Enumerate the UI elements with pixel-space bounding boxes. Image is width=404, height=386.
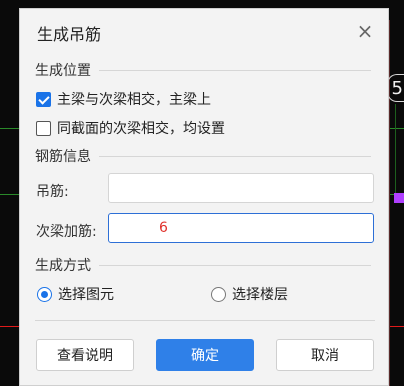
radio-unselected-icon[interactable] (211, 286, 226, 302)
position-section-label: 生成位置 (35, 63, 91, 79)
checkbox-checked-icon[interactable] (36, 91, 51, 107)
cad-selection-marker (394, 193, 404, 203)
axis-label: 5 (387, 74, 404, 102)
footer-divider (35, 320, 375, 321)
section-rule (99, 155, 371, 157)
checkbox-unchecked-icon[interactable] (36, 120, 51, 136)
hanger-input[interactable] (108, 173, 374, 203)
cad-red-line-vertical (389, 20, 390, 386)
close-icon[interactable]: × (355, 21, 375, 41)
radio-select-floors-label: 选择楼层 (232, 287, 288, 303)
section-rule (99, 264, 371, 266)
method-section: 生成方式 (35, 255, 371, 275)
help-button[interactable]: 查看说明 (36, 339, 134, 371)
cancel-button[interactable]: 取消 (276, 339, 374, 371)
radio-select-floors[interactable]: 选择楼层 (211, 284, 288, 304)
option2-label: 同截面的次梁相交，均设置 (57, 121, 225, 137)
radio-selected-icon[interactable] (37, 286, 52, 302)
extra-rebar-input[interactable]: 6 (108, 213, 374, 243)
dialog-title: 生成吊筋 (37, 25, 102, 44)
generate-hanger-dialog: 生成吊筋 × 生成位置 主梁与次梁相交，主梁上 同截面的次梁相交，均设置 钢筋信… (19, 8, 389, 386)
rebar-section: 钢筋信息 (35, 146, 371, 166)
radio-select-elements-label: 选择图元 (58, 287, 114, 303)
extra-rebar-label: 次梁加筋: (36, 224, 97, 240)
rebar-section-label: 钢筋信息 (35, 149, 91, 165)
option1-checkbox-row[interactable]: 主梁与次梁相交，主梁上 (36, 89, 211, 109)
radio-select-elements[interactable]: 选择图元 (37, 284, 114, 304)
option1-label: 主梁与次梁相交，主梁上 (57, 92, 211, 108)
cad-green-vertical (395, 104, 396, 194)
option2-checkbox-row[interactable]: 同截面的次梁相交，均设置 (36, 118, 225, 138)
section-rule (99, 69, 371, 71)
ok-button[interactable]: 确定 (156, 339, 254, 371)
hanger-label: 吊筋: (36, 184, 69, 200)
position-section: 生成位置 (35, 60, 371, 80)
method-section-label: 生成方式 (35, 258, 91, 274)
